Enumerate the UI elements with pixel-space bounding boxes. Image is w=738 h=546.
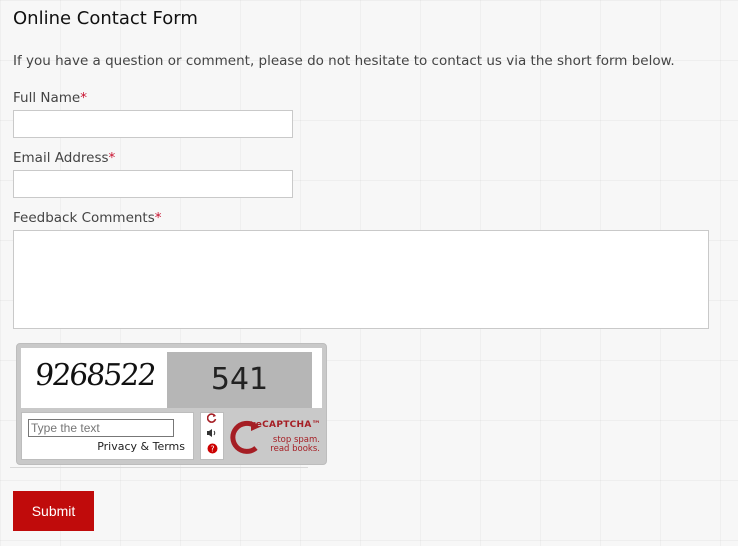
- email-label-text: Email Address: [13, 150, 109, 166]
- recaptcha-widget: 9268522 541 Privacy & Terms ? reCAPTCHA™: [16, 343, 327, 465]
- required-marker: *: [80, 90, 87, 106]
- recaptcha-logo-text: reCAPTCHA™: [251, 420, 321, 430]
- email-input[interactable]: [13, 170, 293, 198]
- captcha-response-box: Privacy & Terms: [21, 412, 194, 460]
- captcha-word-2: 541: [167, 352, 312, 408]
- full-name-label-text: Full Name: [13, 90, 81, 106]
- refresh-icon[interactable]: [201, 413, 223, 428]
- captcha-controls: ?: [200, 412, 224, 460]
- privacy-terms-link[interactable]: Privacy & Terms: [97, 440, 185, 453]
- audio-icon[interactable]: [201, 428, 223, 443]
- tagline-line-2: read books.: [270, 444, 320, 454]
- comments-label: Feedback Comments*: [13, 210, 162, 226]
- svg-text:?: ?: [210, 445, 214, 454]
- help-icon[interactable]: ?: [201, 443, 223, 458]
- email-label: Email Address*: [13, 150, 115, 166]
- full-name-label: Full Name*: [13, 90, 87, 106]
- form-divider: [10, 467, 308, 468]
- captcha-word-1: 9268522: [33, 358, 157, 393]
- submit-button[interactable]: Submit: [13, 491, 94, 531]
- full-name-input[interactable]: [13, 110, 293, 138]
- recaptcha-logo: reCAPTCHA™ stop spam. read books.: [229, 416, 324, 460]
- recaptcha-tagline: stop spam. read books.: [265, 436, 320, 454]
- captcha-input[interactable]: [28, 419, 174, 437]
- required-marker: *: [154, 210, 162, 226]
- comments-textarea[interactable]: [13, 230, 709, 329]
- page-title: Online Contact Form: [13, 8, 198, 29]
- required-marker: *: [108, 150, 116, 166]
- captcha-challenge-image: 9268522 541: [21, 348, 322, 408]
- comments-label-text: Feedback Comments: [13, 210, 155, 226]
- intro-text: If you have a question or comment, pleas…: [13, 53, 675, 69]
